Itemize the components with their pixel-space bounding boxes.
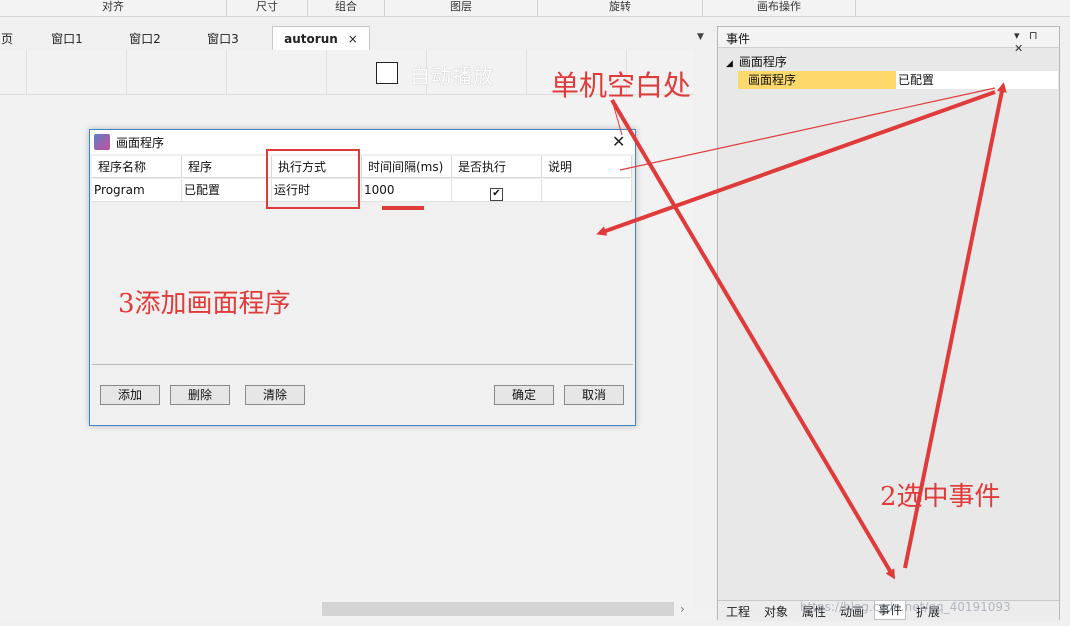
panel-title: 事件 [726, 32, 751, 46]
tab-object[interactable]: 对象 [764, 603, 788, 620]
ribbon-group-group[interactable]: 组合 [308, 0, 385, 16]
program-grid: 程序名称 程序 执行方式 时间间隔(ms) 是否执行 说明 Program 已配… [92, 156, 633, 365]
watermark: https://blog.csdn.net/qq_40191093 [800, 600, 1011, 614]
events-panel: 事件 ▾ ⊓ ✕ ◢ 画面程序 画面程序 已配置 工程 对象 属性 动画 事件 扩… [717, 26, 1060, 621]
screen-program-dialog: 画面程序 ✕ 程序名称 程序 执行方式 时间间隔(ms) 是否执行 说明 Pro… [89, 129, 636, 426]
cancel-button[interactable]: 取消 [564, 385, 624, 405]
autoplay-checkbox[interactable] [376, 62, 398, 84]
tab-window3[interactable]: 窗口3 [196, 28, 250, 50]
cell-program-name[interactable]: Program [92, 179, 182, 202]
close-icon[interactable]: ✕ [612, 132, 625, 151]
tab-window2[interactable]: 窗口2 [118, 28, 172, 50]
tree-node-screen-program[interactable]: ◢ 画面程序 [726, 53, 787, 70]
tab-partial[interactable]: 页 [0, 28, 14, 50]
enabled-checkbox[interactable]: ✔ [490, 188, 503, 201]
tab-autorun[interactable]: autorun × [272, 26, 370, 51]
cell-program[interactable]: 已配置 [182, 179, 272, 202]
add-button[interactable]: 添加 [100, 385, 160, 405]
cell-interval[interactable]: 1000 [362, 179, 452, 202]
column-header-program[interactable]: 程序 [182, 156, 272, 178]
column-header-interval[interactable]: 时间间隔(ms) [362, 156, 452, 178]
property-row[interactable]: 画面程序 已配置 [738, 71, 1058, 89]
delete-button[interactable]: 删除 [170, 385, 230, 405]
clear-button[interactable]: 清除 [245, 385, 305, 405]
panel-window-controls-icon[interactable]: ▾ ⊓ ✕ [1014, 29, 1059, 55]
tab-autorun-label: autorun [284, 32, 338, 46]
ok-button[interactable]: 确定 [494, 385, 554, 405]
tab-project[interactable]: 工程 [726, 603, 750, 620]
autoplay-label: 自动播放 [410, 64, 494, 88]
annotation-step2: 2选中事件 [880, 482, 1001, 512]
ribbon-group-bar: 对齐 尺寸 组合 图层 旋转 画布操作 [0, 0, 1070, 17]
property-value[interactable]: 已配置 [898, 71, 934, 89]
cell-note[interactable] [542, 179, 632, 202]
ribbon-group-layer[interactable]: 图层 [385, 0, 538, 16]
ribbon-group-canvas-ops[interactable]: 画布操作 [703, 0, 856, 16]
ribbon-group-align[interactable]: 对齐 [0, 0, 227, 16]
cell-enabled[interactable]: ✔ [452, 179, 542, 202]
column-header-name[interactable]: 程序名称 [92, 156, 182, 178]
property-name[interactable]: 画面程序 [738, 71, 896, 89]
annotation-step1: 单机空白处 [551, 69, 692, 102]
column-header-note[interactable]: 说明 [542, 156, 632, 178]
highlight-box-mode [266, 149, 360, 209]
panel-header: 事件 ▾ ⊓ ✕ [718, 27, 1059, 55]
ribbon-group-size[interactable]: 尺寸 [227, 0, 308, 16]
app-icon [94, 134, 110, 150]
tab-close-icon[interactable]: × [348, 32, 358, 46]
canvas-horizontal-scrollbar[interactable] [322, 602, 674, 616]
scroll-right-icon[interactable]: › [680, 602, 685, 616]
dialog-title: 画面程序 [116, 136, 165, 150]
highlight-underline-interval [382, 206, 424, 210]
tree-node-label: 画面程序 [738, 55, 787, 69]
annotation-step3: 3添加画面程序 [118, 289, 291, 319]
ribbon-group-rotate[interactable]: 旋转 [538, 0, 703, 16]
column-header-enabled[interactable]: 是否执行 [452, 156, 542, 178]
expand-arrow-icon[interactable]: ◢ [726, 59, 733, 69]
tab-window1[interactable]: 窗口1 [40, 28, 94, 50]
dialog-titlebar[interactable]: 画面程序 ✕ [90, 130, 635, 154]
tab-dropdown-icon[interactable]: ▼ [697, 32, 704, 42]
canvas-vertical-scrollbar[interactable] [694, 50, 712, 608]
document-tab-strip: 页 窗口1 窗口2 窗口3 autorun × [0, 22, 712, 51]
